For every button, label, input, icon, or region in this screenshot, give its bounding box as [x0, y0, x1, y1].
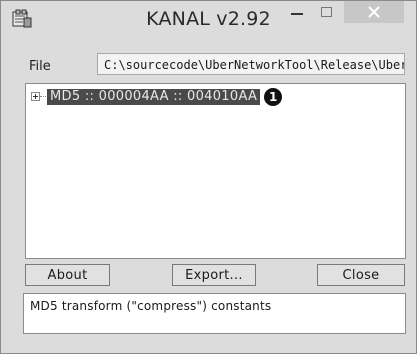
tree-connector — [40, 96, 46, 97]
file-label: File — [29, 59, 51, 74]
status-description: MD5 transform ("compress") constants — [23, 293, 406, 334]
about-button[interactable]: About — [25, 264, 110, 286]
close-window-button[interactable] — [344, 1, 404, 23]
minimize-button[interactable] — [283, 1, 311, 23]
app-window: KANAL v2.92 File C:\sourcecode\UberNetwo… — [0, 0, 417, 354]
title-bar[interactable]: KANAL v2.92 — [1, 1, 416, 39]
results-tree[interactable]: MD5 :: 000004AA :: 004010AA 1 — [25, 83, 406, 259]
expand-icon[interactable] — [31, 92, 40, 101]
file-path-field[interactable]: C:\sourcecode\UberNetworkTool\Release\Ub… — [97, 53, 405, 75]
close-icon — [368, 6, 380, 18]
tree-node[interactable]: MD5 :: 000004AA :: 004010AA 1 — [31, 87, 283, 106]
callout-badge: 1 — [264, 87, 283, 106]
close-button[interactable]: Close — [317, 264, 405, 286]
minimize-icon — [291, 13, 303, 15]
maximize-icon — [320, 7, 332, 17]
export-button[interactable]: Export... — [172, 264, 256, 286]
tree-node-label[interactable]: MD5 :: 000004AA :: 004010AA — [47, 88, 261, 105]
maximize-button[interactable] — [312, 1, 340, 23]
